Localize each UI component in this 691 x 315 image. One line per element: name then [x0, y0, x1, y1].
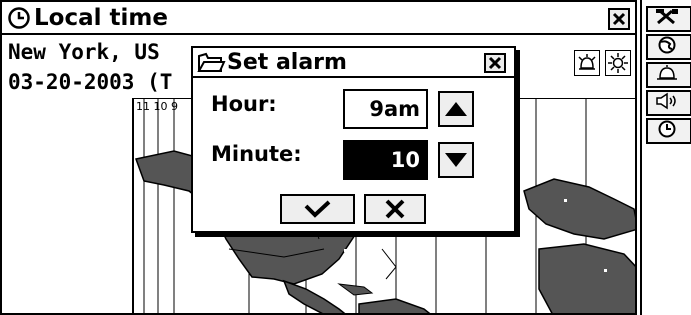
alarm-button[interactable]: [646, 62, 691, 88]
set-alarm-dialog: Set alarm Hour: 9am Minute: 10: [191, 46, 516, 233]
sun-button[interactable]: [605, 50, 631, 76]
clock-icon: [8, 7, 30, 29]
cancel-button[interactable]: [364, 194, 426, 224]
speaker-icon: [656, 92, 676, 110]
minute-field[interactable]: 10: [343, 140, 428, 180]
dialog-titlebar: Set alarm: [193, 48, 514, 78]
folder-icon: [197, 52, 226, 72]
dialog-title: Set alarm: [227, 50, 347, 75]
tools-button[interactable]: [646, 6, 691, 32]
globe-button[interactable]: [646, 34, 691, 60]
sun-icon: [608, 53, 628, 73]
close-window-button[interactable]: [608, 8, 630, 30]
alarm-icon: [657, 65, 677, 80]
clock-icon: [658, 120, 676, 138]
hour-label: Hour:: [211, 92, 277, 116]
city-text: New York, US: [8, 40, 160, 64]
window-titlebar: Local time: [2, 2, 635, 35]
up-arrow-icon: [445, 102, 467, 116]
down-arrow-icon: [445, 153, 467, 167]
hour-increase-button[interactable]: [438, 91, 474, 127]
date-text: 03-20-2003 (T: [8, 70, 173, 94]
tools-icon: [656, 9, 678, 25]
right-toolbar: [640, 0, 691, 315]
close-icon: [612, 12, 626, 26]
checkmark-icon: [304, 200, 331, 218]
close-icon: [488, 56, 502, 70]
globe-icon: [658, 36, 676, 54]
window-title: Local time: [34, 5, 168, 31]
close-dialog-button[interactable]: [484, 53, 506, 73]
hour-field[interactable]: 9am: [343, 89, 428, 129]
alarm-icon: [578, 54, 596, 70]
alarm-clock-button[interactable]: [574, 50, 600, 76]
clock-button[interactable]: [646, 118, 691, 144]
ok-button[interactable]: [280, 194, 355, 224]
sound-button[interactable]: [646, 90, 691, 116]
x-icon: [385, 199, 405, 219]
minute-label: Minute:: [211, 142, 302, 166]
minute-decrease-button[interactable]: [438, 142, 474, 178]
